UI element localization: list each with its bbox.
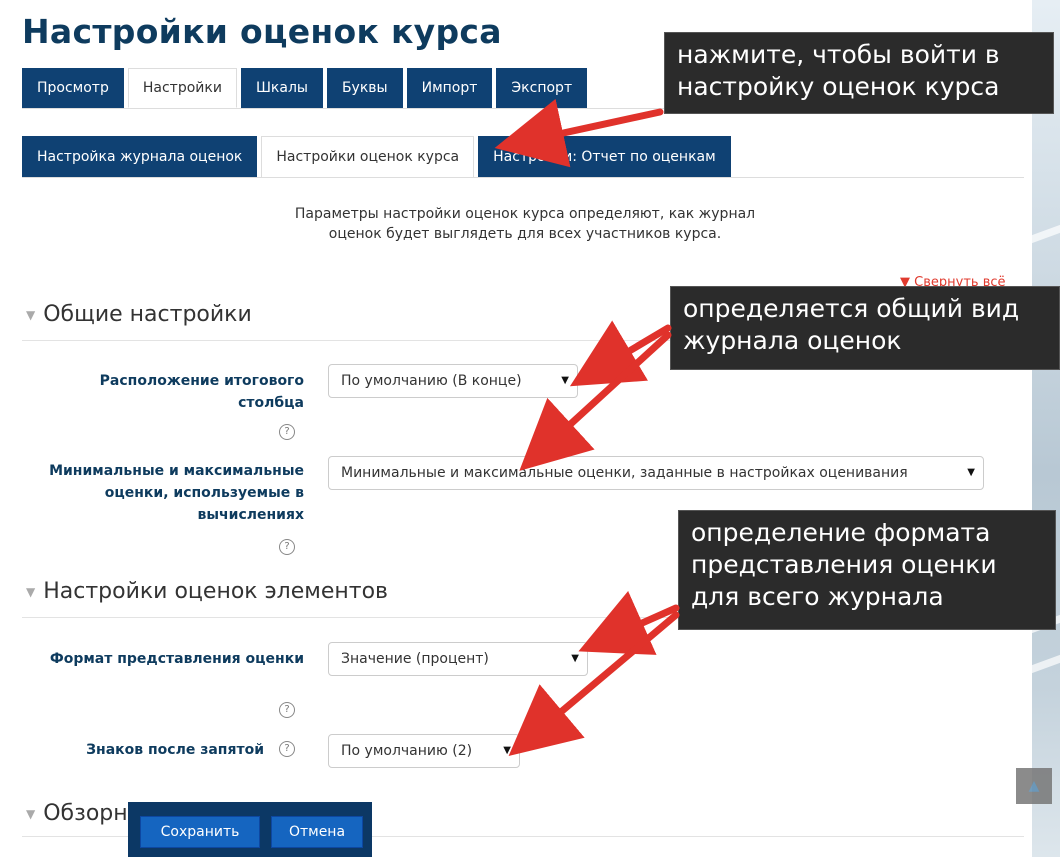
save-button[interactable]: Сохранить xyxy=(140,816,260,848)
chevron-up-icon: ▲ xyxy=(1028,778,1040,794)
arrow-to-minmax-select xyxy=(519,331,672,471)
arrow-to-course-settings-tab xyxy=(494,98,664,168)
arrow-to-decimal-select xyxy=(508,611,680,757)
annotation-arrows xyxy=(494,98,680,757)
scroll-to-top-button[interactable]: ▲ xyxy=(1016,768,1052,804)
cancel-button[interactable]: Отмена xyxy=(271,816,363,848)
page: Настройки оценок курса Просмотр Настройк… xyxy=(0,0,1060,857)
